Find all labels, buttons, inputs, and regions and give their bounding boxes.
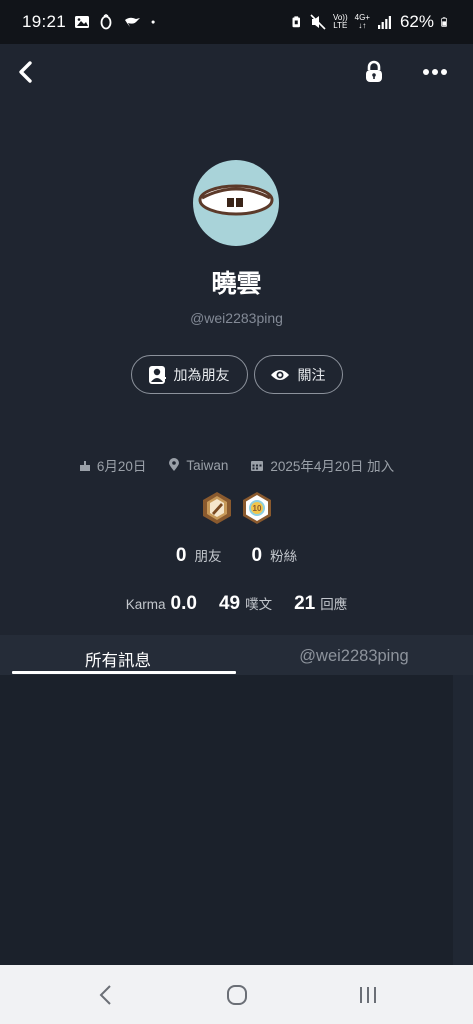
system-nav-bar — [0, 965, 473, 1024]
lock-icon — [366, 60, 382, 82]
eye-icon — [270, 369, 289, 380]
cake-icon — [79, 461, 90, 471]
profile-screen: 19:21 Vo)) LTE 4G+ ↓↑ 62% 曉雲 @wei2283pin… — [0, 0, 473, 1024]
add-user-icon — [148, 365, 166, 384]
privacy-lock-button[interactable] — [356, 54, 392, 90]
profile-handle: @wei2283ping — [190, 310, 283, 326]
more-options-button[interactable] — [417, 54, 453, 90]
ring-icon — [100, 14, 112, 30]
friends-count[interactable]: 0 — [176, 545, 187, 567]
posts-count: 49 — [218, 593, 241, 614]
followers-count[interactable]: 0 — [252, 545, 263, 567]
bird-icon — [125, 17, 141, 27]
scrollbar-track[interactable] — [453, 675, 473, 965]
tab-mentions[interactable]: @wei2283ping — [236, 635, 472, 675]
volte-indicator: Vo)) LTE — [332, 13, 348, 30]
chevron-left-icon — [99, 984, 111, 1005]
avatar-eye-drawing — [198, 184, 274, 216]
active-tab-indicator — [12, 671, 236, 674]
status-bar: 19:21 Vo)) LTE 4G+ ↓↑ 62% — [0, 0, 473, 44]
recents-icon — [359, 986, 376, 1003]
nav-recents-button[interactable] — [348, 975, 388, 1015]
profile-meta: 6月20日 Taiwan 2025年4月20日 加入 — [0, 455, 473, 475]
notification-dot-icon — [151, 20, 155, 24]
badges: 10 — [0, 491, 473, 525]
joined-date-text: 2025年4月20日 加入 — [270, 459, 395, 474]
karma-value: 0.0 — [170, 593, 197, 614]
top-app-bar — [0, 44, 473, 100]
social-counts: 0 朋友 0 粉絲 — [0, 545, 473, 567]
battery-saver-icon — [292, 16, 300, 28]
birthday-text: 6月20日 — [96, 459, 147, 474]
battery-percentage: 62% — [399, 12, 434, 31]
status-time: 19:21 — [22, 12, 67, 31]
add-friend-button[interactable]: 加為朋友 — [130, 355, 248, 394]
tab-all-messages[interactable]: 所有訊息 — [0, 635, 236, 675]
mute-icon — [310, 14, 326, 30]
back-button[interactable] — [8, 54, 44, 90]
replies-label: 回應 — [320, 597, 348, 612]
nav-home-button[interactable] — [217, 975, 257, 1015]
svg-text:10: 10 — [252, 504, 261, 513]
network-type: 4G+ ↓↑ — [354, 13, 370, 30]
posts-label: 噗文 — [245, 597, 273, 612]
location-text: Taiwan — [186, 457, 229, 473]
calendar-icon — [251, 460, 264, 471]
friends-label: 朋友 — [194, 549, 222, 564]
karma-stats: Karma 0.0 49 噗文 21 回應 — [0, 593, 473, 615]
follow-label: 關注 — [297, 366, 326, 383]
location-pin-icon — [169, 458, 180, 471]
avatar[interactable] — [193, 160, 279, 246]
timeline-content[interactable] — [0, 675, 473, 965]
profile-name: 曉雲 — [211, 270, 262, 298]
profile-tabs: 所有訊息 @wei2283ping — [0, 635, 473, 675]
chevron-left-icon — [19, 61, 32, 83]
more-horizontal-icon — [423, 69, 447, 75]
battery-icon — [441, 17, 447, 27]
pencil-badge-icon[interactable] — [201, 491, 233, 525]
follow-button[interactable]: 關注 — [253, 355, 343, 394]
followers-label: 粉絲 — [270, 549, 298, 564]
level-badge-icon[interactable]: 10 — [241, 491, 273, 525]
karma-label: Karma — [125, 597, 166, 612]
replies-count: 21 — [294, 593, 316, 614]
profile-actions: 加為朋友 關注 — [0, 355, 473, 394]
add-friend-label: 加為朋友 — [173, 366, 230, 383]
gallery-icon — [75, 16, 90, 28]
signal-icon — [377, 16, 391, 29]
home-circle-icon — [226, 984, 247, 1005]
nav-back-button[interactable] — [86, 975, 126, 1015]
